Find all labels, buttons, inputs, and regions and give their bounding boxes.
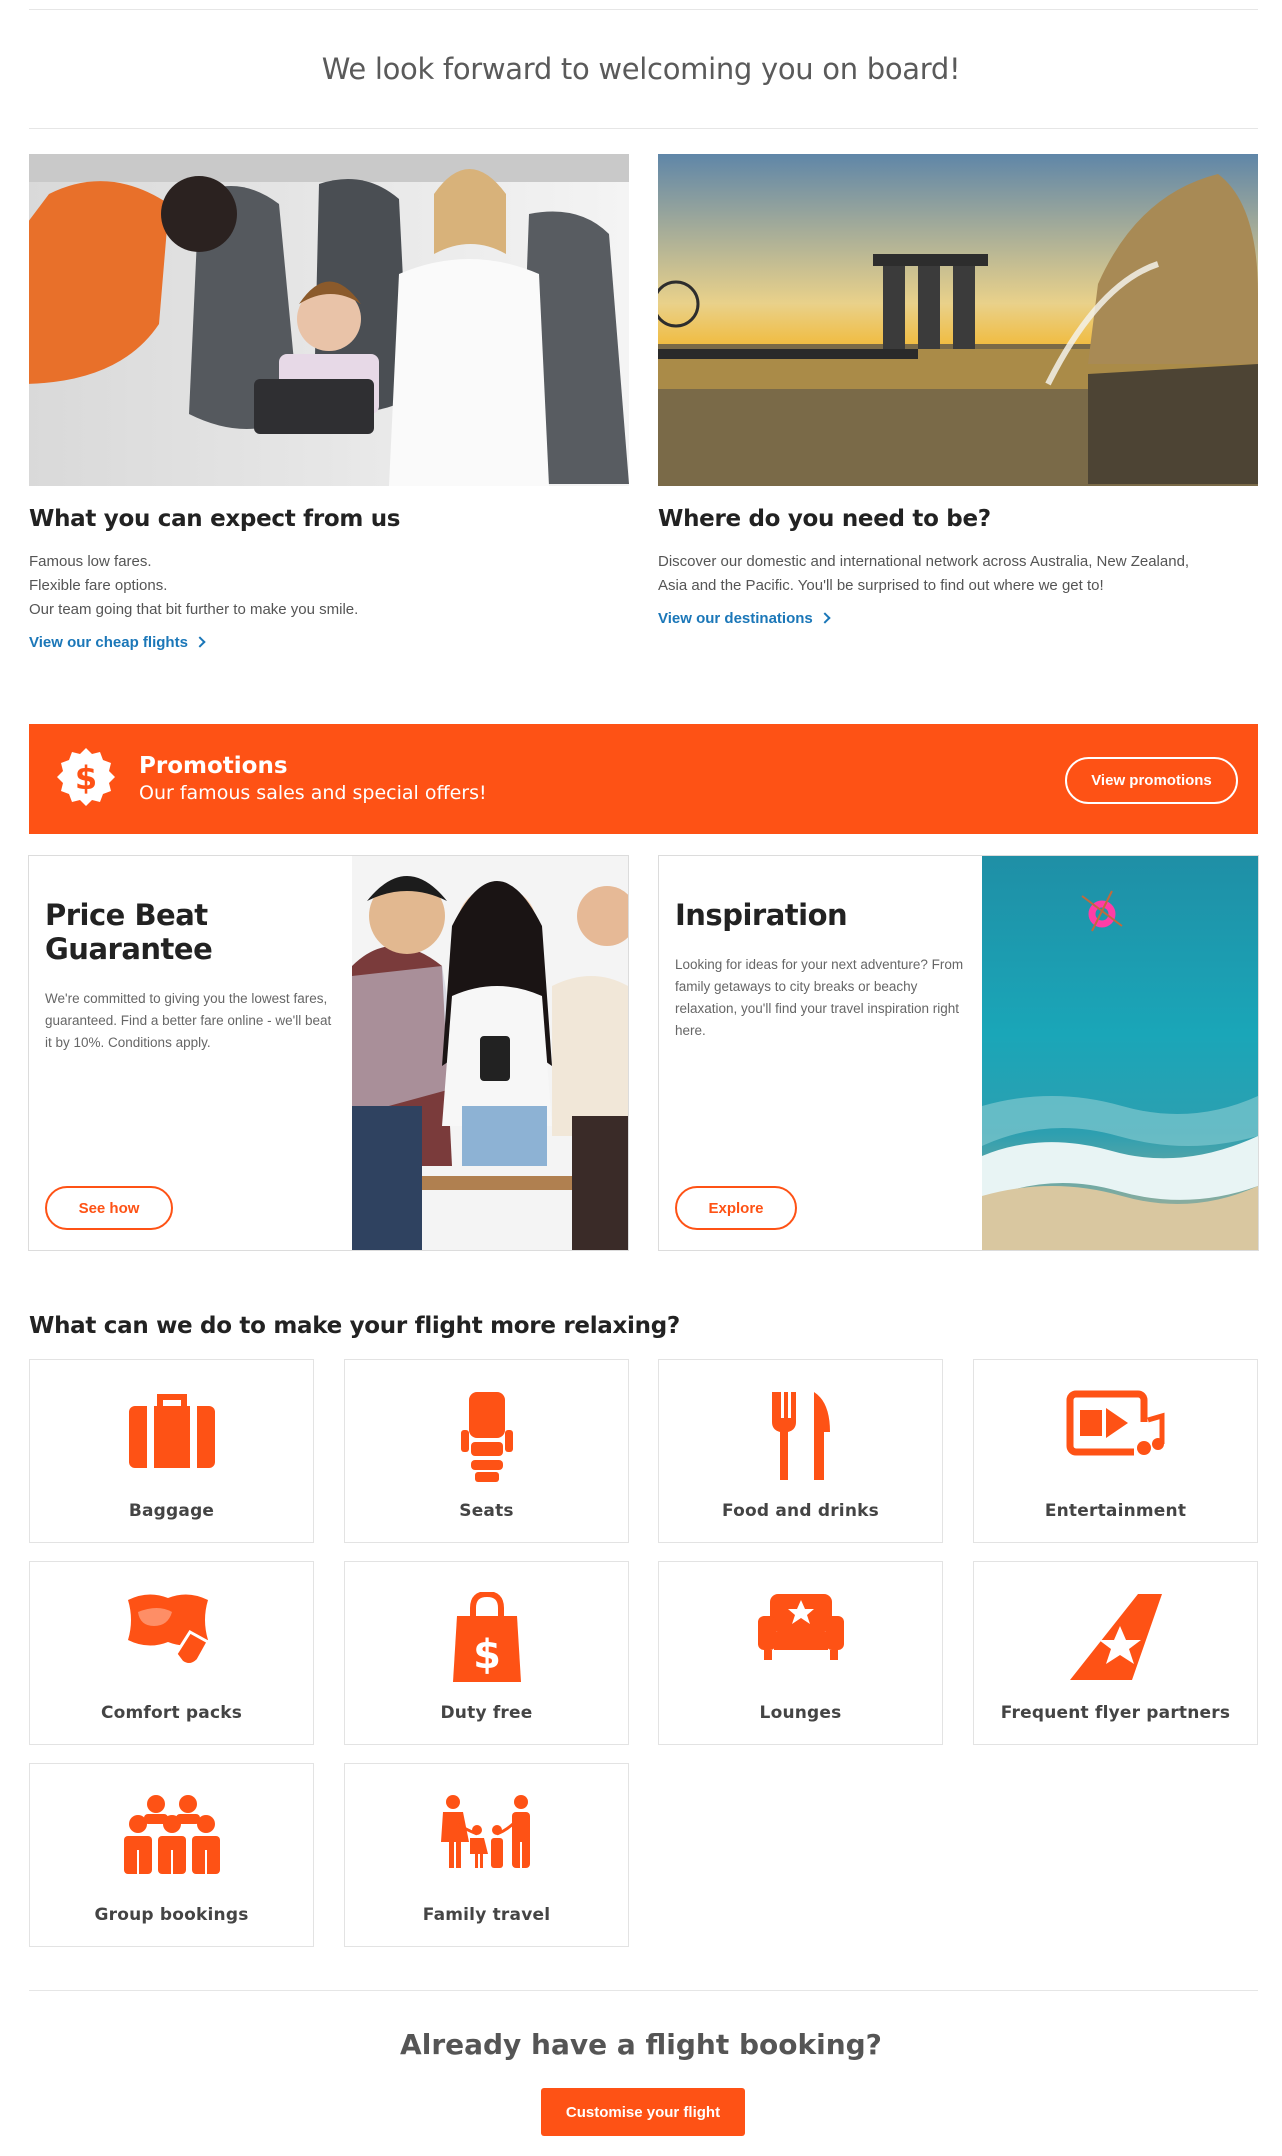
promotions-banner: $ Promotions Our famous sales and specia… <box>29 724 1258 834</box>
friends-photo <box>352 856 628 1250</box>
card-title: Inspiration <box>675 898 848 932</box>
tile-entertainment[interactable]: Entertainment <box>973 1359 1258 1543</box>
tile-label: Frequent flyer partners <box>1000 1703 1231 1723</box>
seat-icon <box>460 1392 513 1482</box>
top-divider <box>29 9 1258 10</box>
fork-knife-icon <box>771 1392 830 1480</box>
welcome-divider <box>29 128 1258 129</box>
tile-duty-free[interactable]: $ Duty free <box>344 1561 629 1745</box>
promotions-subtitle: Our famous sales and special offers! <box>139 782 487 804</box>
feature-title: Where do you need to be? <box>658 506 991 532</box>
tile-seats[interactable]: Seats <box>344 1359 629 1543</box>
feature-expect: What you can expect from us Famous low f… <box>29 154 629 652</box>
family-icon <box>440 1795 530 1868</box>
feature-destinations: Where do you need to be? Discover our do… <box>658 154 1258 628</box>
tile-family-travel[interactable]: Family travel <box>344 1763 629 1947</box>
explore-button[interactable]: Explore <box>675 1186 797 1230</box>
card-title: Price Beat Guarantee <box>45 898 213 966</box>
feature-body: Famous low fares. Flexible fare options.… <box>29 553 359 618</box>
tile-label: Baggage <box>128 1501 215 1521</box>
tile-label: Comfort packs <box>100 1703 243 1723</box>
relax-section-title: What can we do to make your flight more … <box>29 1313 680 1339</box>
chevron-right-icon <box>819 612 831 624</box>
customise-flight-button[interactable]: Customise your flight <box>541 2088 745 2136</box>
tail-star-icon <box>1069 1594 1162 1680</box>
dollar-badge-icon: $ <box>57 748 115 806</box>
svg-text:$: $ <box>75 759 97 797</box>
group-icon <box>123 1795 220 1874</box>
tile-comfort-packs[interactable]: Comfort packs <box>29 1561 314 1745</box>
view-destinations-link[interactable]: View our destinations <box>658 610 831 627</box>
feature-body: Discover our domestic and international … <box>658 553 1190 594</box>
chevron-right-icon <box>194 636 206 648</box>
tile-label: Entertainment <box>1044 1501 1187 1521</box>
promotions-title: Promotions <box>139 753 288 779</box>
entertainment-icon <box>1066 1390 1164 1460</box>
suitcase-icon <box>128 1394 215 1468</box>
view-promotions-button[interactable]: View promotions <box>1065 757 1238 804</box>
welcome-heading: We look forward to welcoming you on boar… <box>321 52 961 86</box>
tile-food-drinks[interactable]: Food and drinks <box>658 1359 943 1543</box>
cabin-crew-photo <box>29 154 629 486</box>
view-cheap-flights-link[interactable]: View our cheap flights <box>29 634 206 651</box>
link-label: View our cheap flights <box>29 634 188 651</box>
tile-label: Group bookings <box>94 1905 249 1925</box>
price-beat-card: Price Beat Guarantee We're committed to … <box>28 855 629 1251</box>
tile-label: Duty free <box>440 1703 533 1723</box>
booking-heading: Already have a flight booking? <box>400 2028 882 2061</box>
tile-group-bookings[interactable]: Group bookings <box>29 1763 314 1947</box>
ocean-photo <box>982 856 1258 1250</box>
tile-label: Food and drinks <box>722 1501 879 1521</box>
feature-title: What you can expect from us <box>29 506 401 532</box>
link-label: View our destinations <box>658 610 813 627</box>
shopping-bag-icon: $ <box>452 1592 521 1682</box>
tile-lounges[interactable]: Lounges <box>658 1561 943 1745</box>
comfort-pack-icon <box>127 1594 210 1667</box>
see-how-button[interactable]: See how <box>45 1186 173 1230</box>
card-body: Looking for ideas for your next adventur… <box>675 957 964 1038</box>
tile-frequent-flyer[interactable]: Frequent flyer partners <box>973 1561 1258 1745</box>
tile-label: Lounges <box>759 1703 842 1723</box>
singapore-photo <box>658 154 1258 486</box>
booking-divider <box>29 1990 1258 1991</box>
tile-label: Family travel <box>422 1905 551 1925</box>
lounge-icon <box>757 1594 844 1660</box>
card-body: We're committed to giving you the lowest… <box>45 991 332 1050</box>
tile-label: Seats <box>459 1501 514 1521</box>
svg-text:$: $ <box>473 1632 501 1678</box>
tile-baggage[interactable]: Baggage <box>29 1359 314 1543</box>
inspiration-card: Inspiration Looking for ideas for your n… <box>658 855 1259 1251</box>
